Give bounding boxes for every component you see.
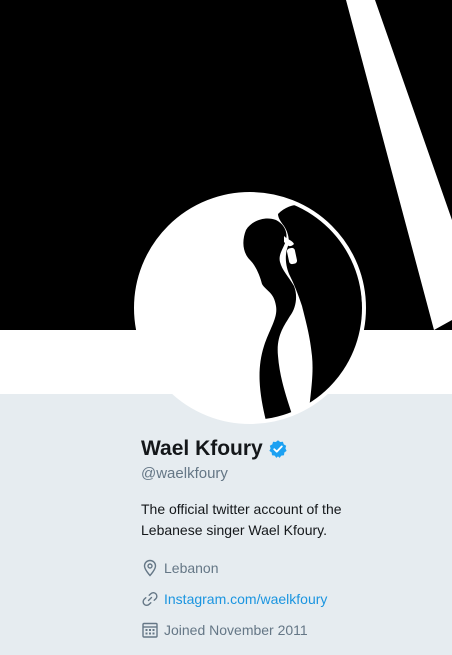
link-icon [142, 591, 158, 607]
joined-text: Joined November 2011 [164, 622, 308, 638]
display-name[interactable]: Wael Kfoury [141, 437, 263, 461]
website-link[interactable]: Instagram.com/waelkfoury [164, 591, 327, 607]
profile-avatar[interactable] [134, 192, 366, 424]
location-text: Lebanon [164, 560, 219, 576]
profile-info: Wael Kfoury @waelkfoury The official twi… [141, 434, 441, 640]
verified-badge-icon [269, 440, 287, 458]
calendar-icon [142, 622, 158, 638]
profile-bio: The official twitter account of the Leba… [141, 501, 342, 538]
profile-joined: Joined November 2011 [141, 620, 441, 640]
avatar-silhouette [243, 204, 362, 420]
name-row: Wael Kfoury [141, 434, 441, 464]
location-pin-icon [143, 559, 157, 577]
profile-website: Instagram.com/waelkfoury [141, 589, 441, 609]
profile-handle[interactable]: @waelkfoury [141, 465, 441, 482]
profile-location: Lebanon [141, 558, 441, 578]
